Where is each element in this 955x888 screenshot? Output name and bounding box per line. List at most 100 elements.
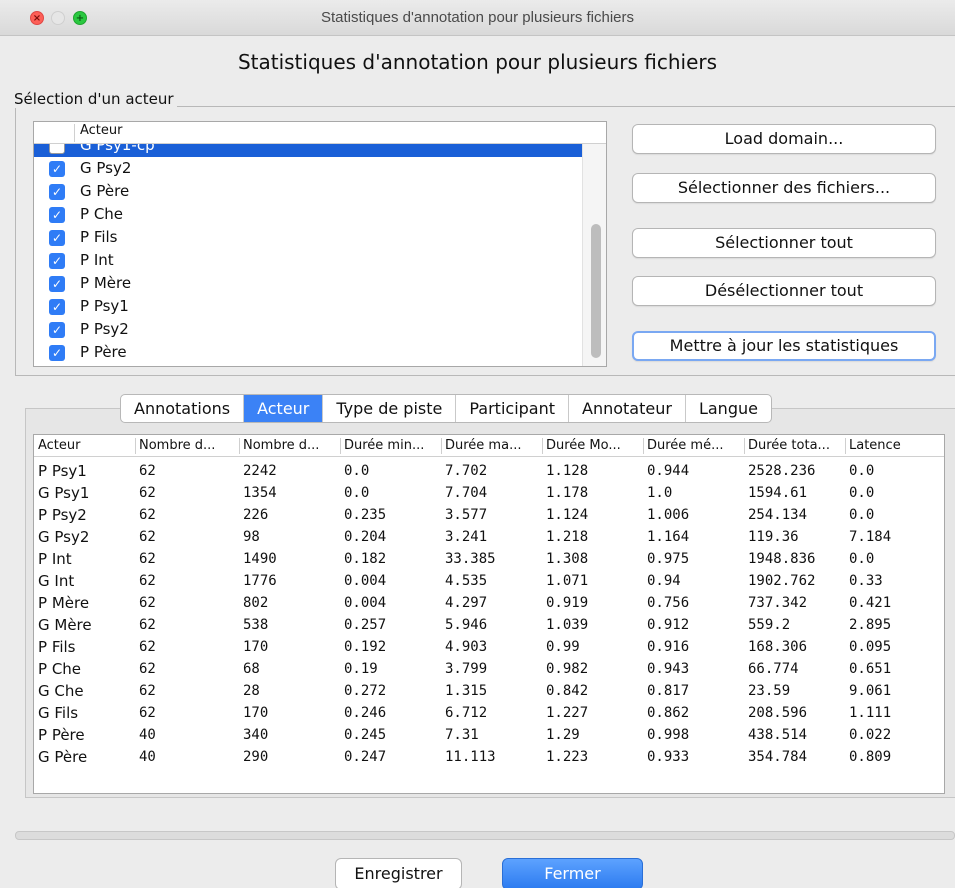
scrollbar-thumb[interactable] xyxy=(591,224,601,358)
actor-list-item[interactable]: ✓ P Psy2 xyxy=(34,318,582,341)
value-cell: 438.514 xyxy=(748,727,808,743)
table-row[interactable]: G Psy2 62 98 0.204 3.241 1.218 1.164 119.36 7.18… xyxy=(34,526,944,548)
save-button[interactable]: Enregistrer xyxy=(335,858,462,888)
value-cell: 0.982 xyxy=(546,661,589,677)
checkbox-checked-icon[interactable]: ✓ xyxy=(49,322,65,338)
table-row[interactable]: P Che 62 68 0.19 3.799 0.982 0.943 66.774 0.651 xyxy=(34,658,944,680)
tab-acteur[interactable]: Acteur xyxy=(244,395,324,422)
value-cell: 0.912 xyxy=(647,617,690,633)
column-header[interactable]: Acteur xyxy=(38,438,133,453)
actor-list[interactable]: G Psy1-cp ✓ G Psy2 ✓ G Père ✓ P Che ✓ P Fils ✓ P I… xyxy=(33,121,607,367)
value-cell: 0.756 xyxy=(647,595,690,611)
update-statistics-button[interactable]: Mettre à jour les statistiques xyxy=(632,331,936,361)
column-separator[interactable] xyxy=(239,438,240,454)
tab-annotateur[interactable]: Annotateur xyxy=(569,395,686,422)
value-cell: 0.272 xyxy=(344,683,387,699)
value-cell: 0.943 xyxy=(647,661,690,677)
column-header[interactable]: Durée mé... xyxy=(647,438,742,453)
value-cell: 4.535 xyxy=(445,573,488,589)
checkbox-checked-icon[interactable]: ✓ xyxy=(49,276,65,292)
column-header[interactable]: Durée min... xyxy=(344,438,439,453)
actor-list-item[interactable]: ✓ P Père xyxy=(34,341,582,364)
actor-list-item[interactable]: ✓ P Int xyxy=(34,249,582,272)
column-separator[interactable] xyxy=(744,438,745,454)
load-domain-button[interactable]: Load domain... xyxy=(632,124,936,154)
column-header[interactable]: Nombre d... xyxy=(243,438,338,453)
table-row[interactable]: G Psy1 62 1354 0.0 7.704 1.178 1.0 1594.61 0.0 xyxy=(34,482,944,504)
checkbox-checked-icon[interactable]: ✓ xyxy=(49,253,65,269)
actor-list-item[interactable]: ✓ P Mère xyxy=(34,272,582,295)
value-cell: 62 xyxy=(139,573,156,589)
horizontal-scrollbar[interactable] xyxy=(15,831,955,840)
value-cell: 0.19 xyxy=(344,661,378,677)
value-cell: 802 xyxy=(243,595,269,611)
table-row[interactable]: G Int 62 1776 0.004 4.535 1.071 0.94 1902.762 0.… xyxy=(34,570,944,592)
column-header[interactable]: Latence xyxy=(849,438,939,453)
tab-bar: Annotations Acteur Type de piste Participan… xyxy=(120,394,772,423)
table-row[interactable]: P Père 40 340 0.245 7.31 1.29 0.998 438.514 0.02… xyxy=(34,724,944,746)
close-button[interactable]: Fermer xyxy=(502,858,643,888)
actor-list-item[interactable]: ✓ P Che xyxy=(34,203,582,226)
value-cell: 6.712 xyxy=(445,705,488,721)
actor-label: P Père xyxy=(80,343,127,361)
column-separator[interactable] xyxy=(643,438,644,454)
tab-langue[interactable]: Langue xyxy=(686,395,771,422)
value-cell: 0.004 xyxy=(344,595,387,611)
value-cell: 2242 xyxy=(243,463,277,479)
actor-list-header: Acteur xyxy=(34,122,606,144)
checkbox-checked-icon[interactable]: ✓ xyxy=(49,345,65,361)
actor-column-header[interactable]: Acteur xyxy=(80,123,123,138)
value-cell: 1.039 xyxy=(546,617,589,633)
table-row[interactable]: G Fils 62 170 0.246 6.712 1.227 0.862 208.596 1.… xyxy=(34,702,944,724)
checkbox-checked-icon[interactable]: ✓ xyxy=(49,184,65,200)
checkbox-checked-icon[interactable]: ✓ xyxy=(49,207,65,223)
column-separator[interactable] xyxy=(542,438,543,454)
value-cell: 0.919 xyxy=(546,595,589,611)
table-row[interactable]: P Psy1 62 2242 0.0 7.702 1.128 0.944 2528.236 0.… xyxy=(34,460,944,482)
value-cell: 559.2 xyxy=(748,617,791,633)
actor-cell: P Père xyxy=(38,726,85,744)
tab-annotations[interactable]: Annotations xyxy=(121,395,245,422)
value-cell: 168.306 xyxy=(748,639,808,655)
value-cell: 40 xyxy=(139,749,156,765)
checkbox-checked-icon[interactable]: ✓ xyxy=(49,161,65,177)
column-separator[interactable] xyxy=(441,438,442,454)
value-cell: 28 xyxy=(243,683,260,699)
actor-list-item[interactable]: ✓ P Psy1 xyxy=(34,295,582,318)
tab-participant[interactable]: Participant xyxy=(456,395,570,422)
column-separator[interactable] xyxy=(845,438,846,454)
actor-list-scrollbar[interactable] xyxy=(582,122,606,366)
value-cell: 62 xyxy=(139,639,156,655)
deselect-all-button[interactable]: Désélectionner tout xyxy=(632,276,936,306)
actor-list-item[interactable]: ✓ G Père xyxy=(34,180,582,203)
table-row[interactable]: G Che 62 28 0.272 1.315 0.842 0.817 23.59 9.061 xyxy=(34,680,944,702)
tab-type-de-piste[interactable]: Type de piste xyxy=(323,395,457,422)
select-all-button[interactable]: Sélectionner tout xyxy=(632,228,936,258)
column-header[interactable]: Durée tota... xyxy=(748,438,843,453)
column-header[interactable]: Durée Mo... xyxy=(546,438,641,453)
checkbox-checked-icon[interactable]: ✓ xyxy=(49,230,65,246)
actor-list-item[interactable]: ✓ P Fils xyxy=(34,226,582,249)
value-cell: 7.184 xyxy=(849,529,892,545)
value-cell: 1.223 xyxy=(546,749,589,765)
table-row[interactable]: P Psy2 62 226 0.235 3.577 1.124 1.006 254.134 0.… xyxy=(34,504,944,526)
table-row[interactable]: P Int 62 1490 0.182 33.385 1.308 0.975 1948.836… xyxy=(34,548,944,570)
column-header[interactable]: Nombre d... xyxy=(139,438,237,453)
value-cell: 7.702 xyxy=(445,463,488,479)
select-files-button[interactable]: Sélectionner des fichiers... xyxy=(632,173,936,203)
table-row[interactable]: G Mère 62 538 0.257 5.946 1.039 0.912 559.2 2.89… xyxy=(34,614,944,636)
checkbox-checked-icon[interactable]: ✓ xyxy=(49,299,65,315)
actor-list-item[interactable]: ✓ G Psy2 xyxy=(34,157,582,180)
table-row[interactable]: G Père 40 290 0.247 11.113 1.223 0.933 354.784 0… xyxy=(34,746,944,768)
column-separator[interactable] xyxy=(340,438,341,454)
value-cell: 62 xyxy=(139,595,156,611)
table-row[interactable]: P Mère 62 802 0.004 4.297 0.919 0.756 737.342 0.… xyxy=(34,592,944,614)
column-separator[interactable] xyxy=(135,438,136,454)
actor-cell: G Int xyxy=(38,572,75,590)
value-cell: 2528.236 xyxy=(748,463,816,479)
header-separator xyxy=(74,124,75,142)
column-header[interactable]: Durée ma... xyxy=(445,438,540,453)
statistics-table[interactable]: Acteur Nombre d... Nombre d... Durée min...… xyxy=(33,434,945,794)
value-cell: 0.975 xyxy=(647,551,690,567)
table-row[interactable]: P Fils 62 170 0.192 4.903 0.99 0.916 168.306 0.0… xyxy=(34,636,944,658)
